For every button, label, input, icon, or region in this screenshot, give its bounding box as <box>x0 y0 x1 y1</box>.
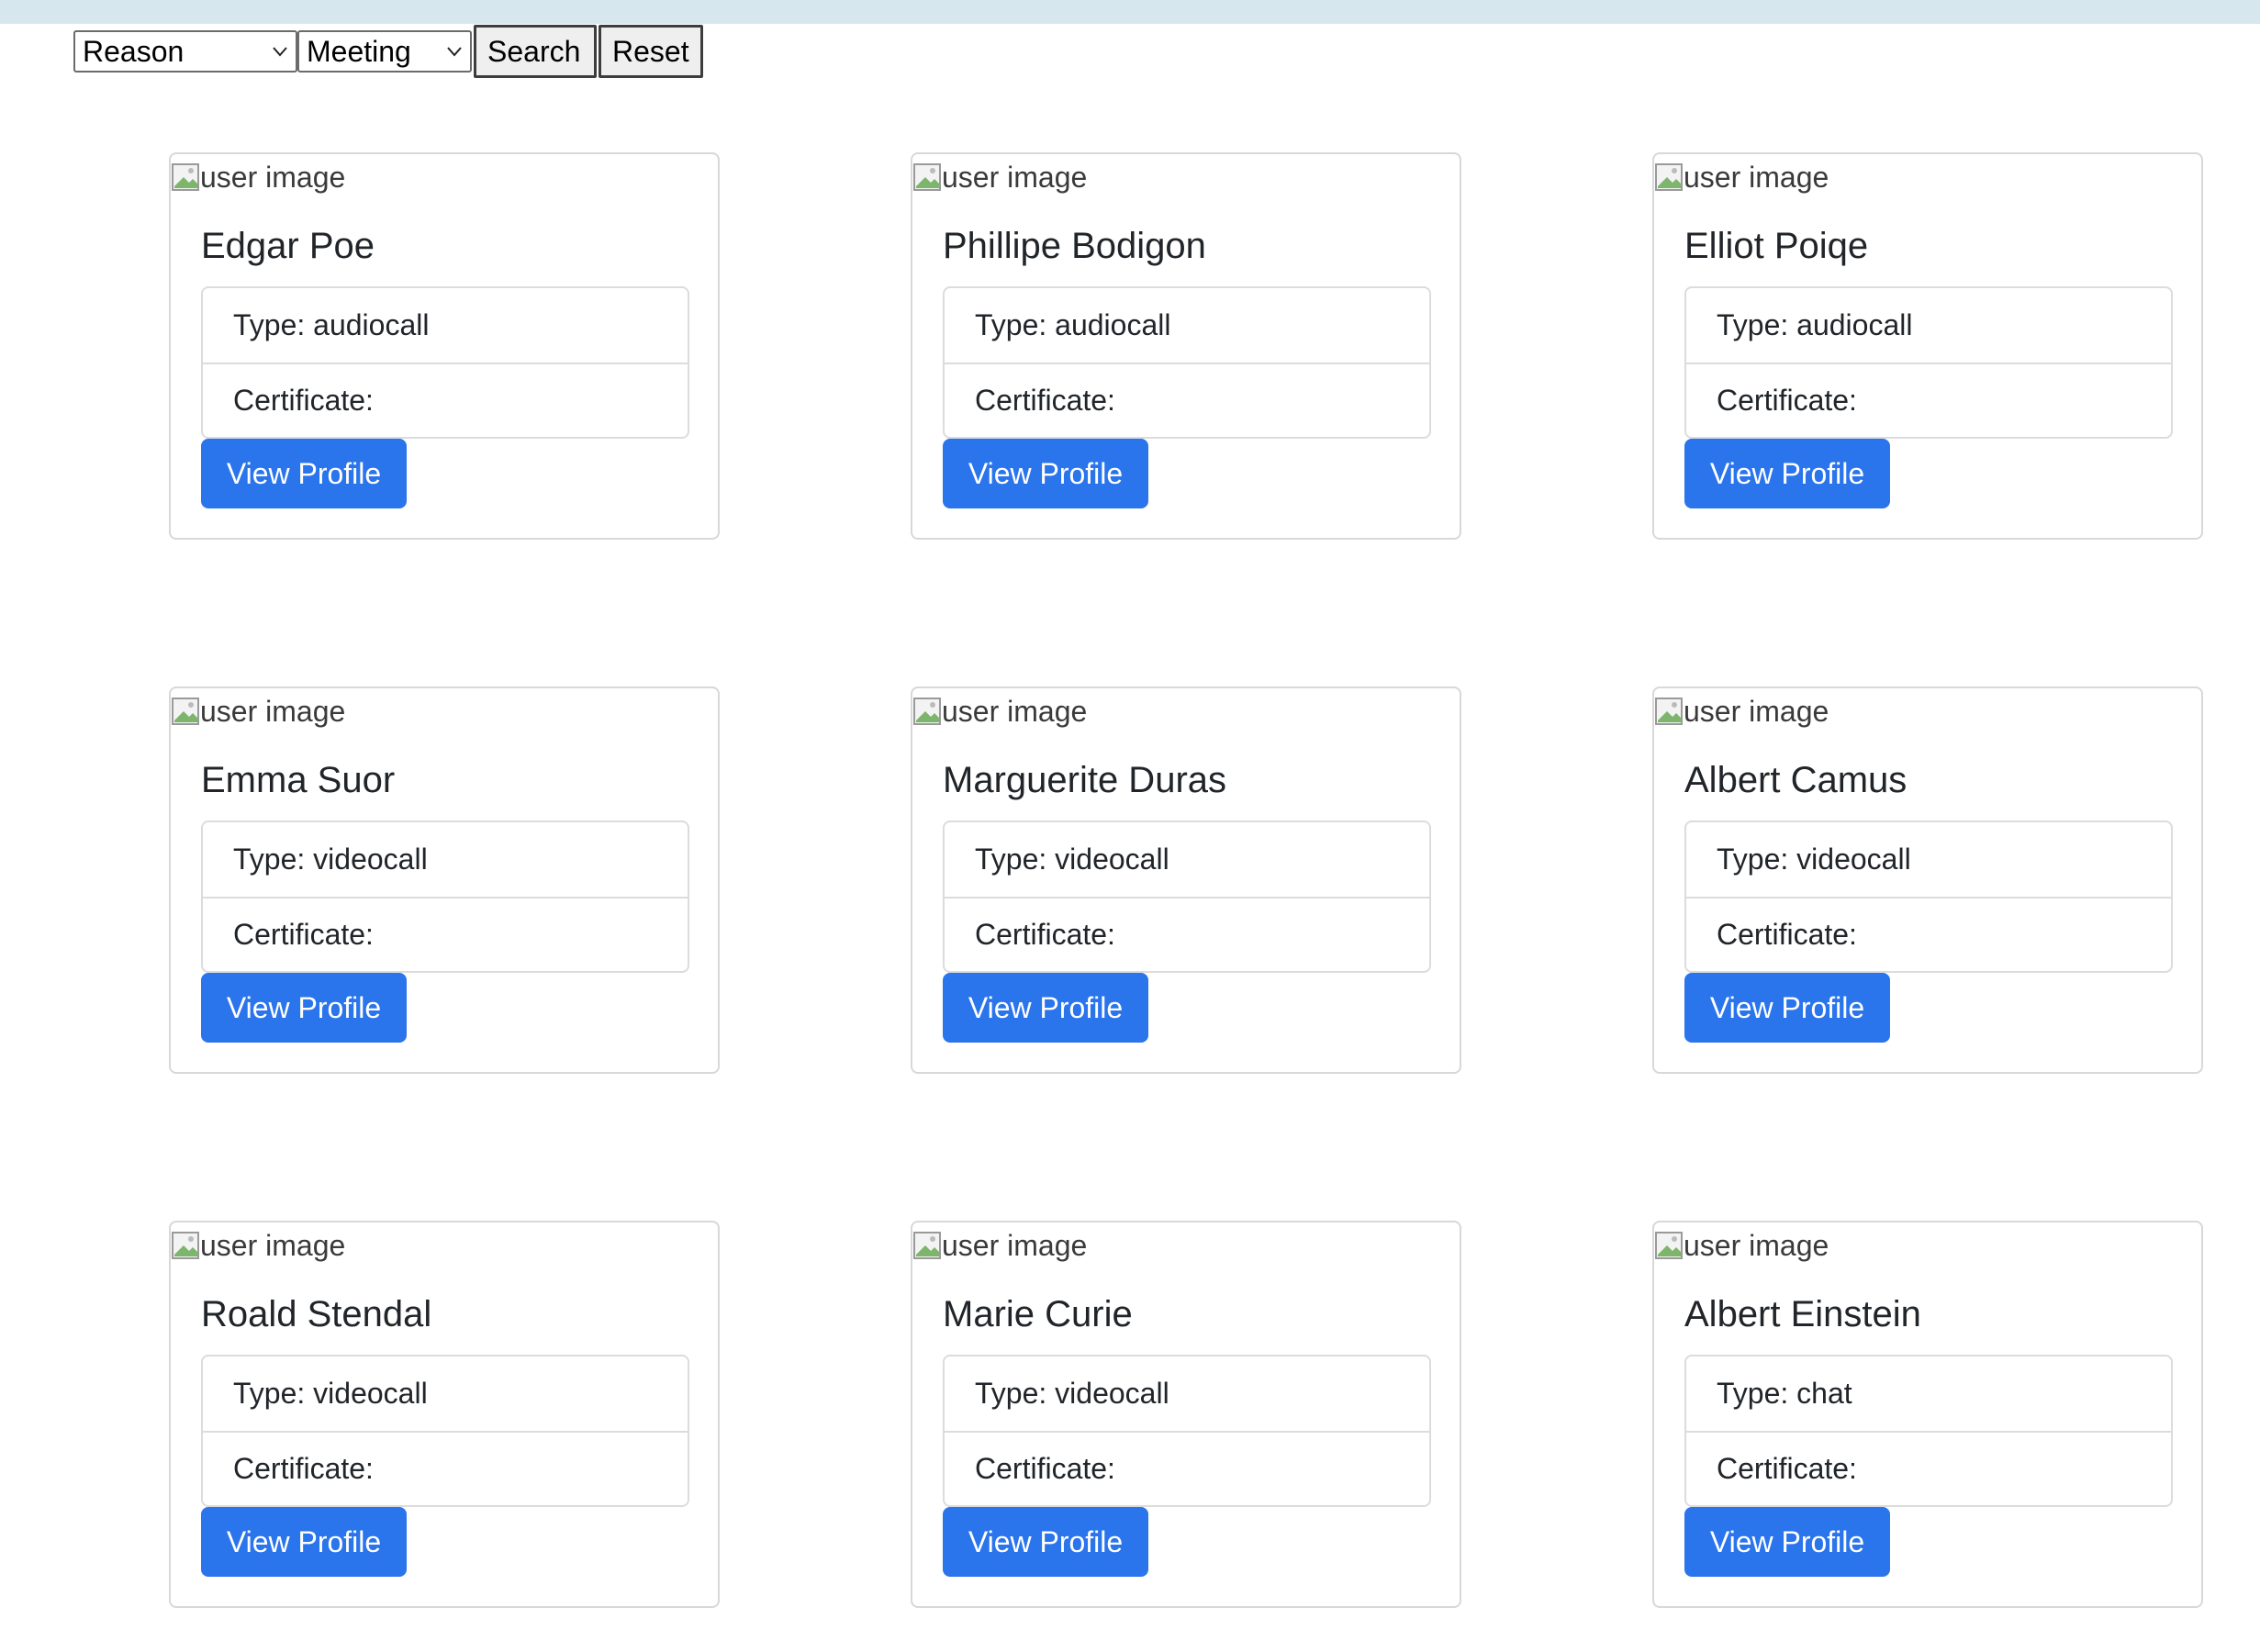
info-list: Type: audiocall Certificate: <box>1684 286 2173 439</box>
profile-card: user image Marguerite Duras Type: videoc… <box>911 686 1461 1074</box>
profile-card: user image Elliot Poiqe Type: audiocall … <box>1652 152 2203 540</box>
top-bar <box>0 0 2260 24</box>
profile-card: user image Emma Suor Type: videocall Cer… <box>169 686 720 1074</box>
info-list: Type: videocall Certificate: <box>943 820 1431 973</box>
broken-image-icon <box>1655 698 1683 725</box>
type-item: Type: videocall <box>975 843 1169 876</box>
certificate-item: Certificate: <box>203 1431 688 1505</box>
certificate-item: Certificate: <box>203 363 688 437</box>
certificate-item: Certificate: <box>945 897 1429 971</box>
broken-image-icon <box>1655 163 1683 191</box>
view-profile-button[interactable]: View Profile <box>1684 973 1890 1043</box>
search-button[interactable]: Search <box>474 25 597 78</box>
chevron-down-icon <box>447 47 462 57</box>
card-name: Albert Einstein <box>1684 1294 1921 1334</box>
view-profile-button[interactable]: View Profile <box>943 973 1148 1043</box>
card-name: Emma Suor <box>201 760 396 800</box>
certificate-item: Certificate: <box>945 1431 1429 1505</box>
type-item: Type: chat <box>1717 1377 1852 1410</box>
profile-card: user image Edgar Poe Type: audiocall Cer… <box>169 152 720 540</box>
chevron-down-icon <box>273 47 287 57</box>
card-name: Edgar Poe <box>201 226 375 266</box>
user-image-alt: user image <box>200 694 346 728</box>
user-image: user image <box>1654 154 1829 200</box>
meeting-select-value: Meeting <box>307 34 411 68</box>
card-name: Marguerite Duras <box>943 760 1227 800</box>
profile-card: user image Albert Camus Type: videocall … <box>1652 686 2203 1074</box>
info-list: Type: videocall Certificate: <box>201 1355 689 1507</box>
type-item: Type: audiocall <box>1717 308 1913 341</box>
card-name: Albert Camus <box>1684 760 1908 800</box>
info-list: Type: videocall Certificate: <box>201 820 689 973</box>
certificate-item: Certificate: <box>1686 897 2171 971</box>
card-name: Marie Curie <box>943 1294 1133 1334</box>
user-image-alt: user image <box>942 694 1088 728</box>
view-profile-button[interactable]: View Profile <box>201 439 407 508</box>
user-image-alt: user image <box>200 1228 346 1262</box>
view-profile-button[interactable]: View Profile <box>201 1507 407 1577</box>
reset-button[interactable]: Reset <box>599 25 703 78</box>
info-list: Type: chat Certificate: <box>1684 1355 2173 1507</box>
user-image: user image <box>1654 1222 1829 1268</box>
type-item: Type: audiocall <box>975 308 1171 341</box>
reason-select[interactable]: Reason <box>73 30 297 73</box>
user-image: user image <box>171 154 345 200</box>
info-list: Type: videocall Certificate: <box>943 1355 1431 1507</box>
view-profile-button[interactable]: View Profile <box>943 439 1148 508</box>
user-image: user image <box>912 1222 1087 1268</box>
view-profile-button[interactable]: View Profile <box>1684 1507 1890 1577</box>
user-image-alt: user image <box>200 160 346 194</box>
view-profile-button[interactable]: View Profile <box>1684 439 1890 508</box>
type-item: Type: videocall <box>233 843 428 876</box>
type-item: Type: videocall <box>1717 843 1911 876</box>
user-image-alt: user image <box>942 160 1088 194</box>
broken-image-icon <box>172 163 199 191</box>
user-image-alt: user image <box>1684 1228 1829 1262</box>
profile-card: user image Marie Curie Type: videocall C… <box>911 1221 1461 1608</box>
user-image: user image <box>171 1222 345 1268</box>
broken-image-icon <box>913 1232 941 1259</box>
broken-image-icon <box>913 698 941 725</box>
meeting-select[interactable]: Meeting <box>297 30 472 73</box>
type-item: Type: videocall <box>233 1377 428 1410</box>
user-image-alt: user image <box>942 1228 1088 1262</box>
certificate-item: Certificate: <box>1686 1431 2171 1505</box>
certificate-item: Certificate: <box>1686 363 2171 437</box>
profile-card: user image Albert Einstein Type: chat Ce… <box>1652 1221 2203 1608</box>
info-list: Type: audiocall Certificate: <box>201 286 689 439</box>
filter-bar: Reason Meeting Search Reset <box>73 24 703 79</box>
info-list: Type: videocall Certificate: <box>1684 820 2173 973</box>
profile-card: user image Phillipe Bodigon Type: audioc… <box>911 152 1461 540</box>
profile-card: user image Roald Stendal Type: videocall… <box>169 1221 720 1608</box>
broken-image-icon <box>913 163 941 191</box>
reason-select-value: Reason <box>83 34 185 68</box>
user-image: user image <box>912 154 1087 200</box>
type-item: Type: audiocall <box>233 308 430 341</box>
view-profile-button[interactable]: View Profile <box>943 1507 1148 1577</box>
view-profile-button[interactable]: View Profile <box>201 973 407 1043</box>
certificate-item: Certificate: <box>945 363 1429 437</box>
user-image: user image <box>171 688 345 734</box>
certificate-item: Certificate: <box>203 897 688 971</box>
info-list: Type: audiocall Certificate: <box>943 286 1431 439</box>
user-image-alt: user image <box>1684 160 1829 194</box>
user-image: user image <box>912 688 1087 734</box>
broken-image-icon <box>172 698 199 725</box>
broken-image-icon <box>1655 1232 1683 1259</box>
type-item: Type: videocall <box>975 1377 1169 1410</box>
user-image: user image <box>1654 688 1829 734</box>
card-name: Elliot Poiqe <box>1684 226 1869 266</box>
broken-image-icon <box>172 1232 199 1259</box>
card-name: Roald Stendal <box>201 1294 432 1334</box>
card-name: Phillipe Bodigon <box>943 226 1206 266</box>
user-image-alt: user image <box>1684 694 1829 728</box>
